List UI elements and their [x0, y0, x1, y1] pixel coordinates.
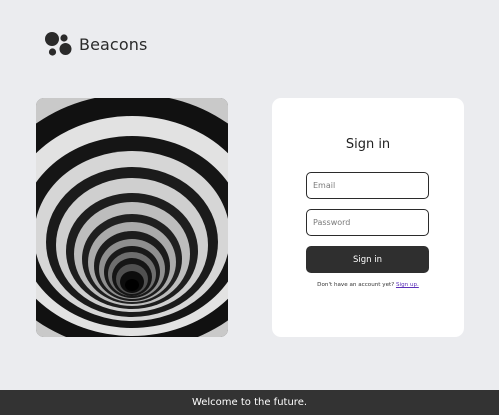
brand-logo[interactable]: Beacons — [44, 31, 147, 57]
signup-prompt: Don't have an account yet? Sign up. — [272, 282, 464, 288]
email-input[interactable] — [306, 172, 429, 199]
brand-name: Beacons — [79, 34, 148, 54]
signup-link[interactable]: Sign up. — [396, 282, 419, 288]
signup-prompt-text: Don't have an account yet? — [317, 282, 396, 288]
password-input[interactable] — [306, 209, 429, 236]
signin-title: Sign in — [345, 137, 391, 152]
signin-button[interactable]: Sign in — [306, 246, 429, 273]
footer-text: Welcome to the future. — [191, 397, 308, 408]
footer-banner: Welcome to the future. — [0, 390, 499, 415]
beacons-dots-logo-icon — [44, 31, 73, 57]
hero-image — [36, 98, 228, 337]
signin-card: Sign in Sign in Don't have an account ye… — [272, 98, 464, 337]
